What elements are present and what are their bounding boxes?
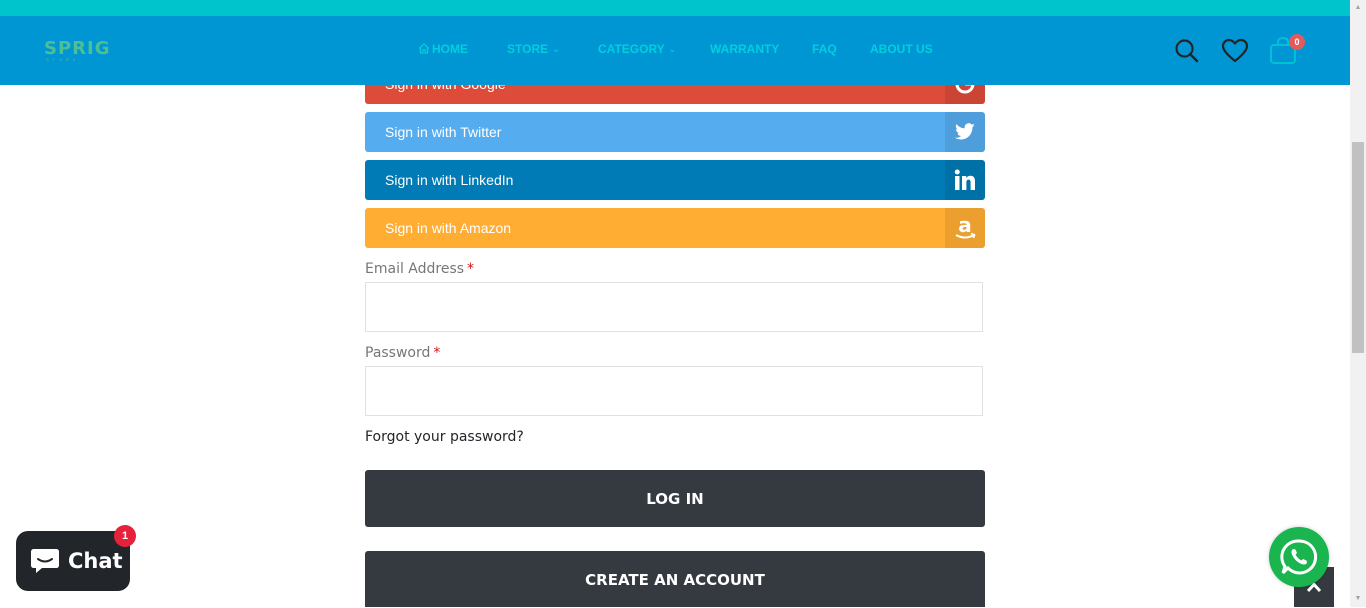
login-button[interactable]: LOG IN [365,470,985,527]
nav-category-label: CATEGORY [598,42,665,56]
nav-store-label: STORE [507,42,549,56]
nav-home[interactable]: HOME [418,42,468,56]
nav-warranty-label: WARRANTY [710,42,780,56]
logo-text: SPRIG [44,38,111,59]
email-label: Email Address * [365,261,474,277]
svg-text:a: a [958,215,972,237]
home-icon [418,43,430,54]
chat-button[interactable]: Chat [16,531,130,591]
password-label-text: Password [365,345,431,361]
chat-notification-badge: 1 [114,525,136,547]
required-mark: * [433,345,441,361]
nav-faq-label: FAQ [812,42,837,56]
wishlist-button[interactable] [1221,38,1249,69]
create-account-button[interactable]: CREATE AN ACCOUNT [365,551,985,607]
nav-about-label: ABOUT US [870,42,933,56]
sign-in-twitter-button[interactable]: Sign in with Twitter [365,112,985,152]
chat-bubble-icon [31,549,59,573]
chat-label: Chat [68,549,123,573]
email-field[interactable] [365,282,983,332]
amazon-icon: a [945,208,985,248]
whatsapp-icon [1280,539,1318,575]
scrollbar[interactable]: ▲ ▼ [1350,0,1366,607]
forgot-password-link[interactable]: Forgot your password? [365,429,524,445]
nav-home-label: HOME [432,42,468,56]
logo-tagline: STORE [46,57,80,62]
sign-in-linkedin-label: Sign in with LinkedIn [385,172,514,188]
required-mark: * [467,261,475,277]
sign-in-amazon-label: Sign in with Amazon [385,220,512,236]
logo[interactable]: SPRIG STORE [44,38,124,64]
search-button[interactable] [1174,38,1200,69]
password-label: Password * [365,345,440,361]
chevron-down-icon: ⌄ [552,44,560,54]
heart-icon [1221,38,1249,63]
scrollbar-thumb[interactable] [1352,142,1364,353]
nav-warranty[interactable]: WARRANTY [710,42,779,56]
scroll-down-arrow[interactable]: ▼ [1350,591,1366,607]
scroll-up-arrow[interactable]: ▲ [1350,0,1366,16]
nav-store[interactable]: STORE ⌄ [507,42,560,56]
cart-count-badge: 0 [1289,34,1305,50]
nav-about-us[interactable]: ABOUT US [870,42,933,56]
sign-in-twitter-label: Sign in with Twitter [385,124,502,140]
twitter-icon [945,112,985,152]
site-header: SPRIG STORE HOME STORE ⌄ CATEGORY ⌄ WARRAN… [0,16,1350,85]
sign-in-amazon-button[interactable]: Sign in with Amazon a [365,208,985,248]
top-strip [0,0,1350,16]
nav-faq[interactable]: FAQ [812,42,837,56]
chevron-down-icon: ⌄ [668,44,677,54]
email-label-text: Email Address [365,261,465,277]
whatsapp-button[interactable] [1269,527,1329,587]
nav-category[interactable]: CATEGORY ⌄ [598,42,676,56]
sign-in-linkedin-button[interactable]: Sign in with LinkedIn [365,160,985,200]
linkedin-icon [945,160,985,200]
password-field[interactable] [365,366,983,416]
search-icon [1175,39,1199,63]
